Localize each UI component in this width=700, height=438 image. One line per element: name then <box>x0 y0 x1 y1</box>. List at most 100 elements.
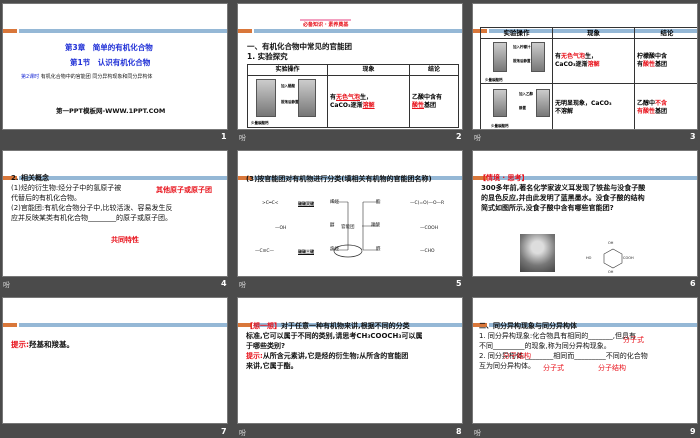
slide-text: 无明显现象，CaCO₃ 不溶解 <box>552 83 635 129</box>
slide-text: 碳碳双键 <box>298 201 314 206</box>
lesson-title: 有机化合物中的官能团 同分异构现象和同分异构体 <box>40 74 153 80</box>
slide-text: —C(=O)—O—R <box>410 201 445 206</box>
slide-thumbnail-6[interactable]: 【情境 · 思考】 300多年前,著名化学家波义耳发现了铁盐与没食子酸 的显色反… <box>472 150 698 277</box>
text-line: 来讲,它属于酯。 <box>246 362 298 370</box>
slide-text: 酸性 <box>643 61 656 68</box>
test-tube-image <box>256 79 276 117</box>
answer-text: 分子结构 <box>598 364 626 372</box>
slide-text: OH <box>608 241 614 245</box>
slide-text: 加入柠檬汁 <box>513 45 531 49</box>
slide-text: 不含 <box>655 99 668 107</box>
slide-number: 9 <box>690 427 696 436</box>
animation-icon[interactable]: 吩 <box>239 133 246 143</box>
slide-text: 基团 <box>424 101 437 109</box>
lesson-label: 第2课时 <box>21 74 40 80</box>
accent-bar <box>238 29 252 33</box>
slide-text: 烯烃 <box>330 200 339 205</box>
slide-text: 【想一想】对于任意一种有机物来讲,根据不同的分类 <box>246 322 410 331</box>
accent-bar <box>254 29 462 33</box>
test-tube-image <box>493 42 507 72</box>
animation-icon[interactable]: 吩 <box>239 428 246 438</box>
slide-text: 提示:羟基和羧基。 <box>11 340 74 349</box>
slide-text: HO <box>586 256 592 260</box>
slide-number: 3 <box>690 132 696 141</box>
slide-title: 一、有机化合物中常见的官能团 <box>247 42 352 51</box>
answer-text: 其他原子或原子团 <box>156 186 212 194</box>
table-header: 实验操作 <box>247 64 328 76</box>
animation-icon[interactable]: 吩 <box>474 428 481 438</box>
tag-label: 【情境 · 思考】 <box>479 174 529 182</box>
experiment-table: 实验操作 现象 结论 加入醋酸 振荡后静置 少量碳酸钙 有无色气泡生， CaCO₃逐渐… <box>247 64 459 128</box>
answer-text: 分子结构 <box>503 352 531 360</box>
text-line: 不同_________的现象,称为同分异构现象。 <box>479 342 611 350</box>
table-header: 现象 <box>327 64 410 76</box>
slide-thumbnail-4[interactable]: 2. 相关概念 (1)烃的衍生物:烃分子中的氢原子被 其他原子或原子团 代替后的… <box>2 150 228 277</box>
center-node: 官能团 <box>341 225 355 230</box>
slide-text: OH <box>608 270 614 274</box>
slide-text: 溶解 <box>587 61 600 68</box>
slide-thumbnail-5[interactable]: (3)按官能团对有机物进行分类(填相关有机物的官能团名称) 官能团 烯烃 醇 炔… <box>237 150 463 277</box>
accent-bar <box>19 176 227 180</box>
test-tube-image <box>531 42 545 72</box>
text-line: 标准,它可以属于不同的类别,请思考CH₃COOCH₃可以属 <box>246 332 423 340</box>
hint-label: 提示: <box>11 340 29 349</box>
slide-text: CaCO₃逐渐 <box>555 61 588 68</box>
animation-icon[interactable]: 吩 <box>239 280 246 290</box>
slide-text: —COOH <box>420 226 439 231</box>
slide-text: 振荡后静置 <box>513 59 531 63</box>
slide-thumbnail-2[interactable]: 必备知识 · 素养奠基 一、有机化合物中常见的官能团 1. 实验探究 实验操作现… <box>237 3 463 130</box>
hint-label: 提示: <box>246 352 263 360</box>
experiment-table: 实验操作 现象 结论 加入柠檬汁 振荡后静置 少量碳酸钙 有无色气泡生， CaCO₃逐渐溶… <box>480 27 697 129</box>
slide-thumbnail-8[interactable]: 【想一想】对于任意一种有机物来讲,根据不同的分类 标准,它可以属于不同的类别,请… <box>237 297 463 424</box>
slide-text: >C═C< <box>262 201 279 206</box>
animation-icon[interactable]: 吩 <box>474 133 481 143</box>
slide-text: 溶解 <box>362 101 375 109</box>
slide-text: 结论 <box>634 27 697 39</box>
slide-text: 生， <box>585 53 598 60</box>
slide-text: 不溶解 <box>555 107 574 115</box>
experiment-image-cell: 加入醋酸 振荡后静置 少量碳酸钙 <box>247 75 328 128</box>
slide-thumbnail-1[interactable]: 第3章 简单的有机化合物 第1节 认识有机化合物 第2课时 有机化合物中的官能团… <box>2 3 228 130</box>
slide-number: 4 <box>221 279 227 288</box>
slide-text: 柠檬酸中含 有酸性基团 <box>634 38 697 84</box>
slide-text: 碳碳三键 <box>298 249 314 254</box>
slide-text: 提示:从所含元素讲,它是烃的衍生物;从所含的官能团 <box>246 352 408 361</box>
text-line: (1)烃的衍生物:烃分子中的氢原子被 <box>11 184 122 192</box>
slide-text: 炔烃 <box>330 247 339 252</box>
animation-icon[interactable]: 吩 <box>3 280 10 290</box>
accent-bar <box>19 29 227 33</box>
slide-text: 乙醇中不含 有酸性基团 <box>634 83 697 129</box>
slide-text: 基团 <box>655 107 668 115</box>
slide-text: 酸性 <box>412 101 425 109</box>
slide-number: 8 <box>456 427 462 436</box>
slide-text: COOH <box>623 256 634 260</box>
text-line: 于哪些类别? <box>246 342 286 350</box>
slide-subtitle: 1. 实验探究 <box>247 52 288 61</box>
slide-number: 5 <box>456 279 462 288</box>
slide-text: 醛 <box>376 247 381 252</box>
text-line: 1. 同分异构现象:化合物具有相同的_______,但具有 <box>479 332 636 340</box>
slide-text: 少量碳酸钙 <box>251 121 269 125</box>
site-text: 第一PPT模板网-WWW.1PPT.COM <box>56 107 166 115</box>
slide-text: 柠檬酸中含 <box>637 53 668 60</box>
slide-number: 1 <box>221 132 227 141</box>
slide-text: 醇 <box>330 223 335 228</box>
slide-text: 加入乙醇 <box>519 92 533 96</box>
slide-thumbnail-3[interactable]: 实验操作 现象 结论 加入柠檬汁 振荡后静置 少量碳酸钙 有无色气泡生， CaCO₃逐渐溶… <box>472 3 698 130</box>
hint-text: 羟基和羧基。 <box>29 340 74 349</box>
slide-text: 酯 <box>376 200 381 205</box>
test-tube-image <box>536 89 550 117</box>
slide-text: 实验操作 <box>480 27 553 39</box>
slide-text: —C≡C— <box>255 249 275 254</box>
text-line: 从所含元素讲,它是烃的衍生物;从所含的官能团 <box>262 352 409 360</box>
answer-text: 分子式 <box>623 336 644 344</box>
slide-thumbnail-9[interactable]: 二、同分异构现象与同分异构体 1. 同分异构现象:化合物具有相同的_______… <box>472 297 698 424</box>
conclusion-cell: 乙酸中含有 酸性基团 <box>409 75 459 128</box>
slide-thumbnail-7[interactable]: 提示:羟基和羧基。 <box>2 297 228 424</box>
heading: 二、同分异构现象与同分异构体 <box>479 322 577 330</box>
slide-text: 加入柠檬汁 振荡后静置 少量碳酸钙 <box>480 38 553 84</box>
table-header: 结论 <box>409 64 459 76</box>
accent-bar <box>3 29 17 33</box>
phenomenon-cell: 有无色气泡生， CaCO₃逐渐溶解 <box>327 75 410 128</box>
portrait-image <box>520 234 555 272</box>
